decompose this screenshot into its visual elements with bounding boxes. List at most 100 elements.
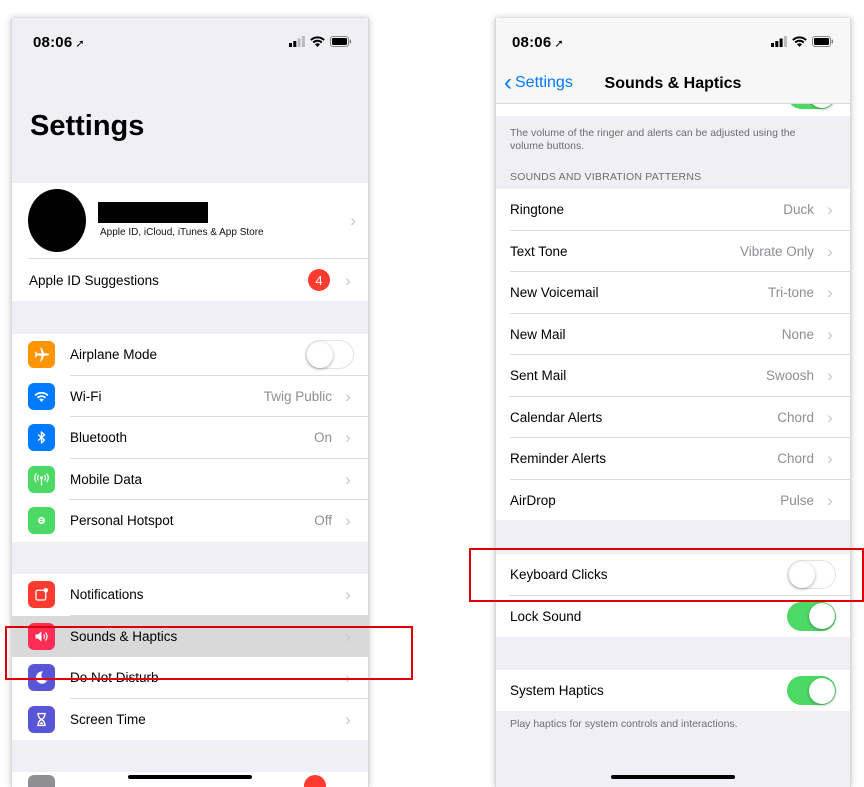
ringer-footnote: The volume of the ringer and alerts can … — [510, 127, 796, 152]
chevron-right-icon: › — [345, 709, 351, 729]
notifications-icon — [28, 581, 55, 609]
personal-hotspot-row[interactable]: Personal Hotspot Off › — [12, 500, 368, 542]
row-value: Chord — [777, 409, 814, 425]
row-label: Notifications — [70, 587, 144, 603]
row-label: Lock Sound — [510, 608, 582, 624]
chevron-right-icon: › — [345, 585, 351, 605]
profile-row[interactable]: Apple ID, iCloud, iTunes & App Store › — [12, 183, 368, 259]
section-header: SOUNDS AND VIBRATION PATTERNS — [510, 171, 702, 183]
sent-mail-row[interactable]: Sent Mail Swoosh › — [496, 355, 850, 397]
nav-title: Sounds & Haptics — [604, 75, 742, 92]
airplane-mode-row: Airplane Mode — [12, 334, 368, 376]
chevron-right-icon: › — [345, 511, 351, 531]
status-bar: 08:06 ➚ — [12, 18, 368, 64]
lock-sound-toggle[interactable] — [787, 601, 836, 631]
status-bar: 08:06 ➚ — [496, 18, 850, 64]
chevron-right-icon: › — [827, 324, 833, 344]
wifi-icon — [28, 382, 55, 410]
location-icon: ➚ — [554, 38, 564, 50]
airplane-mode-toggle[interactable] — [305, 340, 354, 370]
airdrop-row[interactable]: AirDrop Pulse › — [496, 480, 850, 522]
page-title: Settings — [30, 110, 145, 142]
reminder-alerts-row[interactable]: Reminder Alerts Chord › — [496, 438, 850, 480]
wifi-row[interactable]: Wi-Fi Twig Public › — [12, 376, 368, 417]
haptics-footnote: Play haptics for system controls and int… — [510, 718, 738, 730]
signal-icon — [771, 36, 787, 47]
row-value: Pulse — [780, 492, 814, 508]
profile-name-redacted — [98, 202, 208, 223]
chevron-right-icon: › — [827, 200, 833, 220]
chevron-right-icon: › — [827, 366, 833, 386]
row-label: Ringtone — [510, 202, 565, 218]
row-value: Vibrate Only — [739, 243, 814, 259]
chevron-right-icon: › — [827, 241, 833, 261]
haptics-group: System Haptics — [496, 670, 850, 711]
avatar — [28, 189, 86, 252]
chevron-right-icon: › — [827, 283, 833, 303]
highlight-box-sounds-haptics — [5, 626, 413, 680]
highlight-box-keyboard-clicks — [469, 548, 864, 602]
row-label: Wi-Fi — [70, 388, 102, 404]
row-value: Off — [314, 513, 332, 529]
row-label: Calendar Alerts — [510, 409, 603, 425]
chevron-right-icon: › — [827, 407, 833, 427]
home-indicator[interactable] — [611, 775, 735, 779]
chevron-right-icon: › — [350, 211, 356, 230]
system-haptics-toggle[interactable] — [787, 676, 836, 706]
sounds-haptics-screen: 08:06 ➚ ‹ Settings Sounds & Haptics The vo… — [495, 18, 851, 787]
profile-group: Apple ID, iCloud, iTunes & App Store › A… — [12, 183, 368, 301]
status-time: 08:06 ➚ — [512, 34, 564, 51]
battery-icon — [330, 36, 352, 47]
wifi-status-icon — [792, 36, 807, 47]
system-haptics-row: System Haptics — [496, 670, 850, 712]
text-tone-row[interactable]: Text Tone Vibrate Only › — [496, 231, 850, 272]
home-indicator[interactable] — [128, 775, 252, 779]
connectivity-group: Airplane Mode Wi-Fi Twig Public › Blueto… — [12, 334, 368, 542]
row-label: Apple ID Suggestions — [29, 272, 159, 288]
row-value: Duck — [783, 202, 814, 218]
chevron-right-icon: › — [345, 428, 351, 448]
chevron-right-icon: › — [345, 469, 351, 489]
chevron-right-icon: › — [345, 386, 351, 406]
navigation-bar: ‹ Settings Sounds & Haptics — [496, 64, 850, 104]
row-label: Sent Mail — [510, 368, 567, 384]
new-mail-row[interactable]: New Mail None › — [496, 314, 850, 355]
general-icon — [28, 775, 55, 787]
row-label: Personal Hotspot — [70, 513, 174, 529]
notifications-row[interactable]: Notifications › — [12, 574, 368, 616]
antenna-icon — [28, 465, 55, 493]
row-value: Twig Public — [263, 388, 332, 404]
status-time: 08:06 ➚ — [33, 34, 85, 51]
apple-id-suggestions-row[interactable]: Apple ID Suggestions 4 › — [12, 259, 368, 301]
patterns-group: Ringtone Duck › Text Tone Vibrate Only ›… — [496, 189, 850, 520]
hourglass-icon — [28, 705, 55, 733]
airplane-icon — [28, 341, 55, 369]
profile-subtitle: Apple ID, iCloud, iTunes & App Store — [100, 227, 264, 238]
ringtone-row[interactable]: Ringtone Duck › — [496, 189, 850, 231]
row-label: Text Tone — [510, 243, 568, 259]
battery-icon — [812, 36, 834, 47]
row-label: Screen Time — [70, 711, 146, 727]
row-label: Reminder Alerts — [510, 451, 607, 467]
row-value: On — [313, 430, 332, 446]
row-label: Mobile Data — [70, 471, 143, 487]
row-label: System Haptics — [510, 683, 604, 699]
row-label: Airplane Mode — [70, 347, 158, 363]
row-value: Tri-tone — [767, 285, 814, 301]
screen-time-row[interactable]: Screen Time › — [12, 699, 368, 741]
row-value: None — [781, 326, 814, 342]
chevron-right-icon: › — [345, 270, 351, 290]
calendar-alerts-row[interactable]: Calendar Alerts Chord › — [496, 397, 850, 438]
mobile-data-row[interactable]: Mobile Data › — [12, 459, 368, 500]
bluetooth-icon — [28, 424, 55, 452]
location-icon: ➚ — [75, 38, 85, 50]
row-label: Bluetooth — [70, 430, 128, 446]
row-value: Chord — [777, 451, 814, 467]
row-label: New Mail — [510, 326, 566, 342]
bluetooth-row[interactable]: Bluetooth On › — [12, 417, 368, 459]
wifi-status-icon — [310, 36, 325, 47]
notification-badge — [304, 775, 326, 787]
notification-badge: 4 — [308, 269, 330, 291]
row-value: Swoosh — [765, 368, 814, 384]
new-voicemail-row[interactable]: New Voicemail Tri-tone › — [496, 272, 850, 314]
